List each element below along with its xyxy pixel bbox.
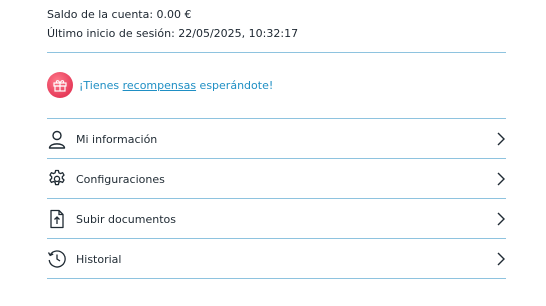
user-icon [47, 129, 67, 149]
account-info: Saldo de la cuenta: 0.00 € Último inicio… [47, 5, 298, 43]
menu-item-label: Historial [76, 252, 122, 266]
divider [47, 278, 506, 279]
menu-item-upload-documents[interactable]: Subir documentos [47, 200, 506, 238]
rewards-link[interactable]: recompensas [123, 79, 196, 92]
chevron-right-icon [496, 131, 506, 147]
upload-document-icon [47, 209, 67, 229]
chevron-right-icon [496, 251, 506, 267]
divider [47, 158, 506, 159]
menu-item-label: Subir documentos [76, 212, 176, 226]
rewards-banner[interactable]: ¡Tienes recompensas esperándote! [47, 72, 273, 98]
chevron-right-icon [496, 211, 506, 227]
menu-item-label: Configuraciones [76, 172, 165, 186]
divider [47, 198, 506, 199]
chevron-right-icon [496, 171, 506, 187]
divider [47, 238, 506, 239]
divider [47, 118, 506, 119]
gift-icon [47, 72, 73, 98]
divider [47, 52, 506, 53]
rewards-suffix: esperándote! [196, 78, 274, 92]
menu-item-label: Mi información [76, 132, 158, 146]
history-icon [47, 249, 67, 269]
account-balance: Saldo de la cuenta: 0.00 € [47, 8, 192, 21]
last-login: Último inicio de sesión: 22/05/2025, 10:… [47, 27, 299, 40]
menu-item-settings[interactable]: Configuraciones [47, 160, 506, 198]
gear-icon [47, 169, 67, 189]
rewards-prefix: ¡Tienes [79, 78, 123, 92]
rewards-message: ¡Tienes recompensas esperándote! [79, 79, 273, 92]
menu-item-history[interactable]: Historial [47, 240, 506, 278]
menu-item-my-info[interactable]: Mi información [47, 120, 506, 158]
